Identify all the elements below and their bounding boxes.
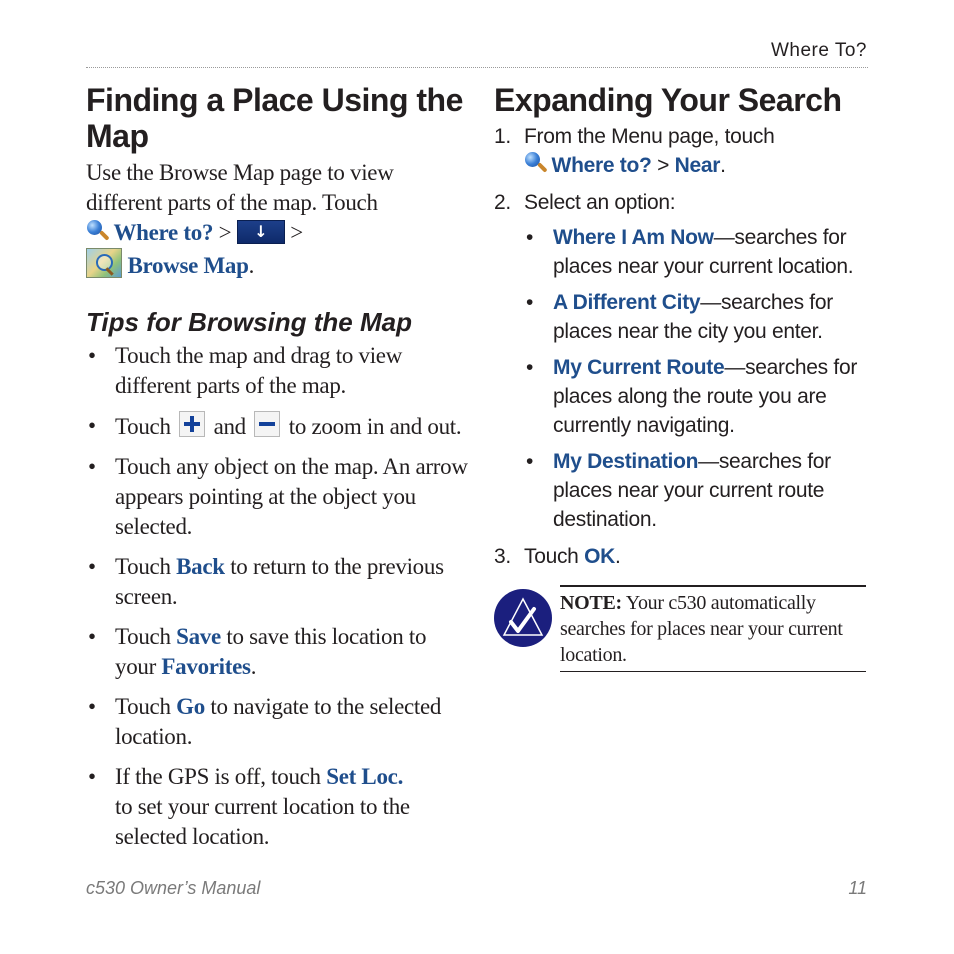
- option-item: A Different City—searches for places nea…: [524, 288, 869, 346]
- step-text: .: [720, 154, 726, 177]
- intro-paragraph: Use the Browse Map page to view differen…: [86, 158, 471, 281]
- down-arrow-glyph: ↓: [254, 222, 268, 241]
- option-item: My Current Route—searches for places alo…: [524, 353, 869, 440]
- right-column: Expanding Your Search 1. From the Menu p…: [494, 82, 869, 673]
- tip-text: to zoom in and out.: [288, 414, 462, 439]
- list-item: Touch any object on the map. An arrow ap…: [86, 452, 471, 542]
- where-to-link: Where to?: [551, 154, 652, 177]
- tip-text: Touch: [115, 624, 171, 649]
- go-label: Go: [176, 694, 205, 719]
- list-item: Touch Back to return to the previous scr…: [86, 552, 471, 612]
- list-item: Touch the map and drag to view different…: [86, 341, 471, 401]
- left-column: Finding a Place Using the Map Use the Br…: [86, 82, 471, 862]
- step-text: .: [615, 545, 621, 568]
- list-item: Touch Save to save this location to your…: [86, 622, 471, 682]
- save-label: Save: [176, 624, 221, 649]
- tip-text: Touch: [115, 694, 171, 719]
- back-label: Back: [176, 554, 225, 579]
- path-separator: >: [290, 220, 303, 245]
- step-item: 2. Select an option: Where I Am Now—sear…: [494, 188, 869, 534]
- section-title-expanding-search: Expanding Your Search: [494, 82, 842, 118]
- tips-heading: Tips for Browsing the Map: [86, 307, 412, 337]
- browse-map-icon: [86, 248, 122, 278]
- list-item: Touch Go to navigate to the selected loc…: [86, 692, 471, 752]
- tip-text: .: [250, 654, 257, 679]
- magnifier-icon: [86, 220, 110, 244]
- browse-map-link: Browse Map: [127, 253, 249, 278]
- section-title-finding-place: Finding a Place Using the Map: [86, 82, 463, 154]
- step-number: 3.: [494, 545, 511, 568]
- path-separator: >: [218, 220, 232, 245]
- intro-text: Use the Browse Map page to view differen…: [86, 160, 394, 215]
- tip-text: If the GPS is off, touch: [115, 764, 321, 789]
- option-label: My Current Route: [553, 356, 725, 379]
- ok-label: OK: [584, 545, 615, 568]
- option-label: My Destination: [553, 450, 699, 473]
- down-arrow-button-icon: ↓: [236, 220, 285, 244]
- step-number: 1.: [494, 125, 511, 148]
- option-label: A Different City: [553, 291, 701, 314]
- where-to-link: Where to?: [113, 220, 214, 245]
- zoom-out-minus-icon: [254, 411, 281, 437]
- footer-page-number: 11: [848, 878, 867, 898]
- note-checkmark-icon: [494, 589, 552, 647]
- step-text: Select an option:: [524, 191, 676, 214]
- tips-list: Touch the map and drag to view different…: [86, 341, 471, 852]
- footer-manual-title: c530 Owner’s Manual: [86, 878, 261, 898]
- zoom-in-plus-icon: [179, 411, 206, 437]
- tip-text: Touch any object on the map. An arrow ap…: [115, 454, 468, 539]
- tip-text: to set your current location to the sele…: [115, 794, 410, 849]
- set-loc-label: Set Loc.: [326, 764, 404, 789]
- note-text-box: NOTE: Your c530 automatically searches f…: [560, 585, 866, 672]
- options-list: Where I Am Now—searches for places near …: [494, 223, 869, 534]
- near-link: Near: [674, 154, 721, 177]
- header-rule: [86, 67, 868, 68]
- steps-list: 1. From the Menu page, touch Where to? >…: [494, 122, 869, 571]
- option-label: Where I Am Now: [553, 226, 714, 249]
- tip-text: Touch: [115, 414, 171, 439]
- list-item: Touch and to zoom in and out.: [86, 411, 471, 442]
- tip-text: and: [213, 414, 247, 439]
- step-number: 2.: [494, 191, 511, 214]
- tip-text: Touch the map and drag to view different…: [115, 343, 403, 398]
- note-callout: NOTE: Your c530 automatically searches f…: [494, 585, 869, 673]
- step-item: 1. From the Menu page, touch Where to? >…: [494, 122, 869, 180]
- step-text: From the Menu page, touch: [524, 125, 775, 148]
- favorites-label: Favorites: [161, 654, 251, 679]
- running-head: Where To?: [770, 40, 867, 61]
- step-text: Touch: [524, 545, 579, 568]
- magnifier-icon: [524, 152, 548, 176]
- option-item: Where I Am Now—searches for places near …: [524, 223, 869, 281]
- path-end: .: [248, 253, 255, 278]
- list-item: If the GPS is off, touch Set Loc. to set…: [86, 762, 471, 852]
- note-label: NOTE:: [560, 592, 622, 614]
- path-separator: >: [657, 154, 670, 177]
- step-item: 3. Touch OK.: [494, 542, 869, 571]
- tip-text: Touch: [115, 554, 171, 579]
- option-item: My Destination—searches for places near …: [524, 447, 869, 534]
